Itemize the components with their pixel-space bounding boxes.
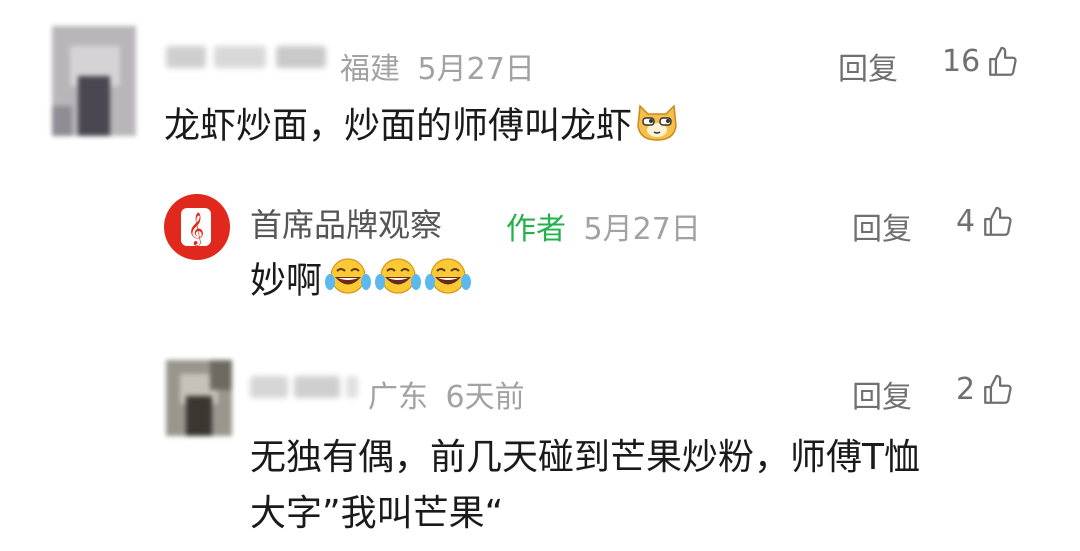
- comment-text-line: 大字”我叫芒果“: [250, 493, 504, 534]
- laughing-tears-emoji: [424, 256, 472, 309]
- laughing-tears-emoji: [324, 256, 372, 309]
- comment-text: 无独有偶，前几天碰到芒果炒粉，师傅T恤 大字”我叫芒果“: [250, 430, 920, 542]
- date-label: 5月27日: [417, 52, 535, 87]
- brand-b-icon: 𝄞: [181, 208, 211, 246]
- username-blurred[interactable]: [250, 372, 360, 402]
- location-label: 福建: [340, 52, 400, 87]
- user-avatar[interactable]: [52, 26, 136, 136]
- comment-text: 龙虾炒面，炒面的师傅叫龙虾: [164, 100, 680, 155]
- like-count: 4: [956, 204, 976, 239]
- like-button[interactable]: 2: [956, 372, 1015, 407]
- comment-text-line: 无独有偶，前几天碰到芒果炒粉，师傅T恤: [250, 437, 920, 478]
- thumbs-up-icon: [984, 206, 1012, 236]
- like-button[interactable]: 4: [956, 204, 1015, 239]
- comment-text: 妙啊: [250, 256, 472, 309]
- comment-meta: 广东 6天前: [368, 372, 525, 416]
- author-name[interactable]: 首席品牌观察: [250, 200, 442, 246]
- comment-meta: 福建 5月27日: [340, 44, 535, 88]
- location-label: 广东: [368, 380, 428, 415]
- username-blurred[interactable]: [166, 42, 326, 72]
- reply-button[interactable]: 回复: [852, 204, 912, 248]
- user-avatar[interactable]: [166, 360, 232, 436]
- thumbs-up-icon: [984, 374, 1012, 404]
- reply-button[interactable]: 回复: [852, 372, 912, 416]
- date-label: 5月27日: [583, 212, 701, 247]
- author-avatar[interactable]: 𝄞: [164, 194, 230, 260]
- date-label: 6天前: [445, 380, 525, 415]
- like-count: 16: [942, 44, 981, 79]
- reply-button[interactable]: 回复: [838, 44, 898, 88]
- svg-text:𝄞: 𝄞: [188, 212, 205, 246]
- doge-sunglasses-emoji: [634, 100, 680, 155]
- comment-meta: 作者 5月27日: [506, 204, 701, 248]
- author-badge: 作者: [506, 212, 566, 247]
- thumbs-up-icon: [989, 46, 1017, 76]
- like-button[interactable]: 16: [942, 44, 1020, 79]
- laughing-tears-emoji: [374, 256, 422, 309]
- like-count: 2: [956, 372, 976, 407]
